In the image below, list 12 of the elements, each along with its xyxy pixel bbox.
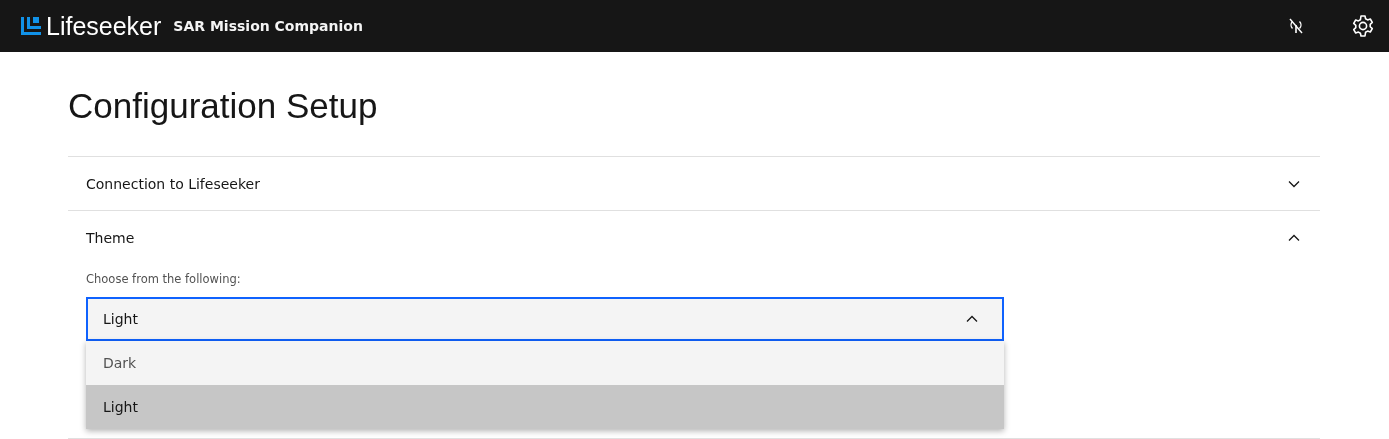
theme-dropdown[interactable]: Light bbox=[86, 297, 1004, 341]
antenna-off-icon[interactable] bbox=[1286, 16, 1306, 36]
dropdown-option[interactable]: Dark bbox=[86, 341, 1004, 385]
accordion-header[interactable]: Connection to Lifeseeker bbox=[68, 157, 1320, 210]
accordion-header[interactable]: Theme bbox=[68, 211, 1320, 264]
page-title: Configuration Setup bbox=[68, 86, 379, 126]
field-label: Choose from the following: bbox=[86, 272, 242, 286]
app-subtitle: SAR Mission Companion bbox=[173, 18, 363, 34]
dropdown-option[interactable]: Light bbox=[86, 385, 1004, 429]
logo-icon bbox=[20, 15, 42, 37]
settings-icon[interactable] bbox=[1351, 14, 1375, 38]
brand-name: Lifeseeker bbox=[46, 11, 162, 41]
